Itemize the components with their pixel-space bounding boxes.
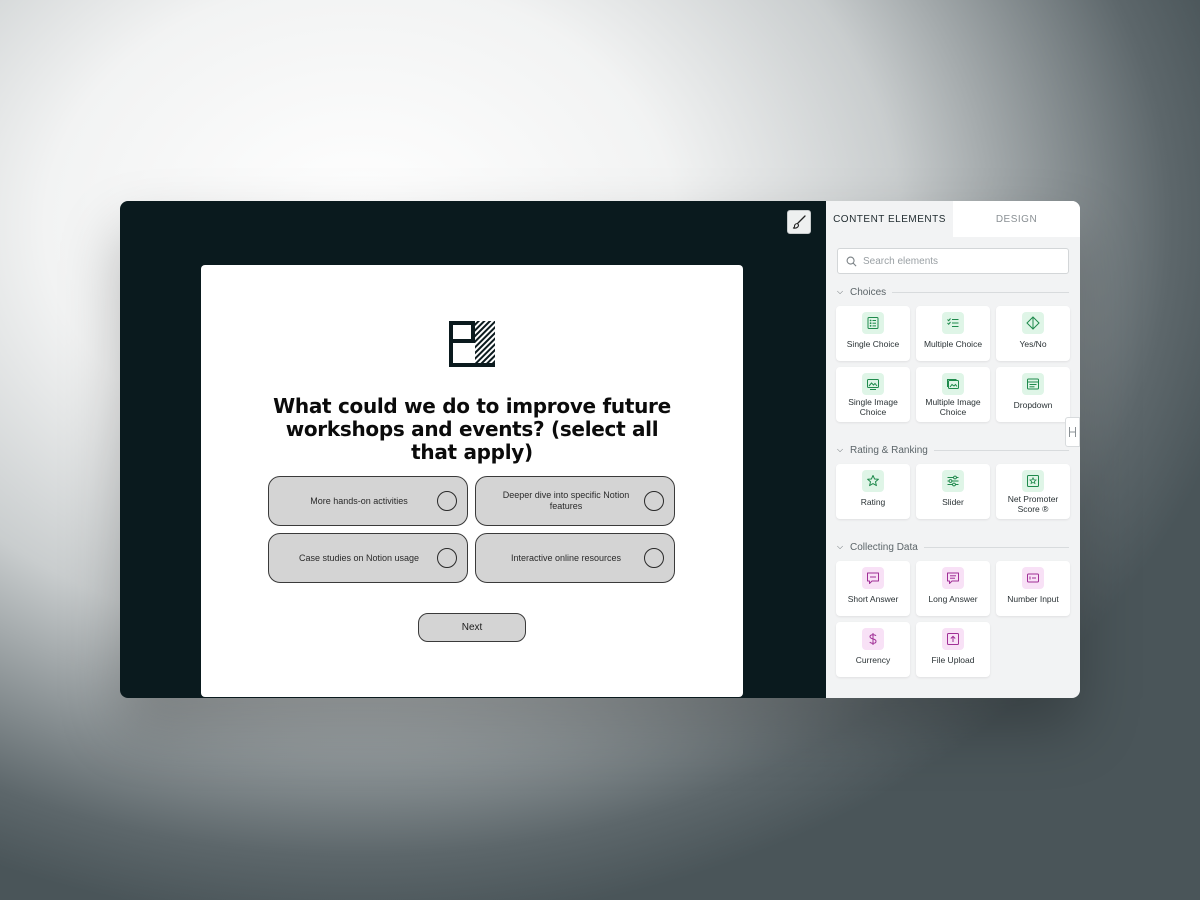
element-long-answer[interactable]: Long Answer [916, 561, 990, 616]
chevron-down-icon: ⌵ [837, 445, 844, 454]
brand-logo [449, 321, 495, 367]
multiple-choice-icon [942, 312, 964, 334]
element-single-image-choice[interactable]: Single Image Choice [836, 367, 910, 422]
editor-window: What could we do to improve future works… [120, 201, 1080, 698]
panel-tabs: CONTENT ELEMENTS DESIGN [826, 201, 1080, 237]
panel-collapse-handle[interactable] [1065, 417, 1080, 447]
image-icon [862, 373, 884, 395]
option-checkbox[interactable] [644, 491, 664, 511]
element-number-input[interactable]: Number Input [996, 561, 1070, 616]
element-label: Long Answer [928, 594, 978, 604]
element-label: Yes/No [1019, 339, 1047, 349]
rating-grid: Rating Slider Net Promoter Score ® [836, 464, 1070, 519]
number-input-icon [1022, 567, 1044, 589]
option-label: More hands-on activities [310, 495, 408, 506]
collecting-data-grid: Short Answer Long Answer Number Input Cu… [836, 561, 1070, 677]
element-label: Slider [942, 497, 964, 507]
element-yes-no[interactable]: Yes/No [996, 306, 1070, 361]
element-short-answer[interactable]: Short Answer [836, 561, 910, 616]
section-title: Rating & Ranking [850, 444, 928, 456]
element-label: Net Promoter Score ® [1007, 494, 1059, 514]
option-checkbox[interactable] [644, 548, 664, 568]
element-label: Single Choice [846, 339, 900, 349]
option-card[interactable]: Deeper dive into specific Notion feature… [475, 476, 675, 526]
element-slider[interactable]: Slider [916, 464, 990, 519]
divider [923, 546, 1069, 548]
element-rating[interactable]: Rating [836, 464, 910, 519]
element-label: File Upload [931, 655, 975, 665]
images-icon [942, 373, 964, 395]
element-single-choice[interactable]: Single Choice [836, 306, 910, 361]
option-card[interactable]: Case studies on Notion usage [268, 533, 468, 583]
element-file-upload[interactable]: File Upload [916, 622, 990, 677]
design-brush-button[interactable] [787, 210, 811, 234]
section-title: Choices [850, 286, 887, 298]
divider [933, 449, 1069, 451]
tab-design[interactable]: DESIGN [953, 201, 1080, 237]
upload-icon [942, 628, 964, 650]
divider [892, 291, 1069, 293]
form-canvas: What could we do to improve future works… [120, 201, 826, 698]
short-answer-icon [862, 567, 884, 589]
chevron-down-icon: ⌵ [837, 542, 844, 551]
collapse-icon [1069, 427, 1076, 437]
option-card[interactable]: Interactive online resources [475, 533, 675, 583]
option-label: Interactive online resources [510, 552, 622, 563]
option-checkbox[interactable] [437, 491, 457, 511]
element-multiple-image-choice[interactable]: Multiple Image Choice [916, 367, 990, 422]
paintbrush-icon [792, 215, 806, 229]
element-net-promoter-score[interactable]: Net Promoter Score ® [996, 464, 1070, 519]
dollar-icon [862, 628, 884, 650]
option-checkbox[interactable] [437, 548, 457, 568]
option-label: Deeper dive into specific Notion feature… [502, 490, 630, 511]
tab-content-elements[interactable]: CONTENT ELEMENTS [826, 201, 953, 237]
long-answer-icon [942, 567, 964, 589]
element-label: Number Input [1007, 594, 1059, 604]
element-dropdown[interactable]: Dropdown [996, 367, 1070, 422]
nps-icon [1022, 470, 1044, 492]
option-card[interactable]: More hands-on activities [268, 476, 468, 526]
element-label: Multiple Choice [923, 339, 983, 349]
yes-no-icon [1022, 312, 1044, 334]
section-header-collecting-data[interactable]: ⌵ Collecting Data [837, 540, 1069, 554]
option-label: Case studies on Notion usage [298, 552, 420, 563]
element-currency[interactable]: Currency [836, 622, 910, 677]
next-button[interactable]: Next [418, 613, 526, 642]
form-card: What could we do to improve future works… [201, 265, 743, 697]
star-icon [862, 470, 884, 492]
section-header-choices[interactable]: ⌵ Choices [837, 285, 1069, 299]
search-icon [846, 256, 857, 266]
elements-panel: CONTENT ELEMENTS DESIGN ⌵ Choices Single… [826, 201, 1080, 698]
element-label: Multiple Image Choice [925, 397, 981, 417]
section-header-rating[interactable]: ⌵ Rating & Ranking [837, 443, 1069, 457]
element-label: Short Answer [847, 594, 899, 604]
element-label: Rating [860, 497, 886, 507]
element-multiple-choice[interactable]: Multiple Choice [916, 306, 990, 361]
slider-icon [942, 470, 964, 492]
element-label: Single Image Choice [848, 397, 898, 417]
chevron-down-icon: ⌵ [837, 287, 844, 296]
dropdown-icon [1022, 373, 1044, 395]
choices-grid: Single Choice Multiple Choice Yes/No Sin… [836, 306, 1070, 422]
element-label: Dropdown [1013, 400, 1053, 410]
single-choice-icon [862, 312, 884, 334]
section-title: Collecting Data [850, 541, 918, 553]
search-input[interactable] [863, 255, 1053, 267]
search-box [837, 248, 1069, 274]
element-label: Currency [855, 655, 891, 665]
options-grid: More hands-on activities Deeper dive int… [268, 476, 676, 583]
question-title: What could we do to improve future works… [273, 394, 671, 464]
